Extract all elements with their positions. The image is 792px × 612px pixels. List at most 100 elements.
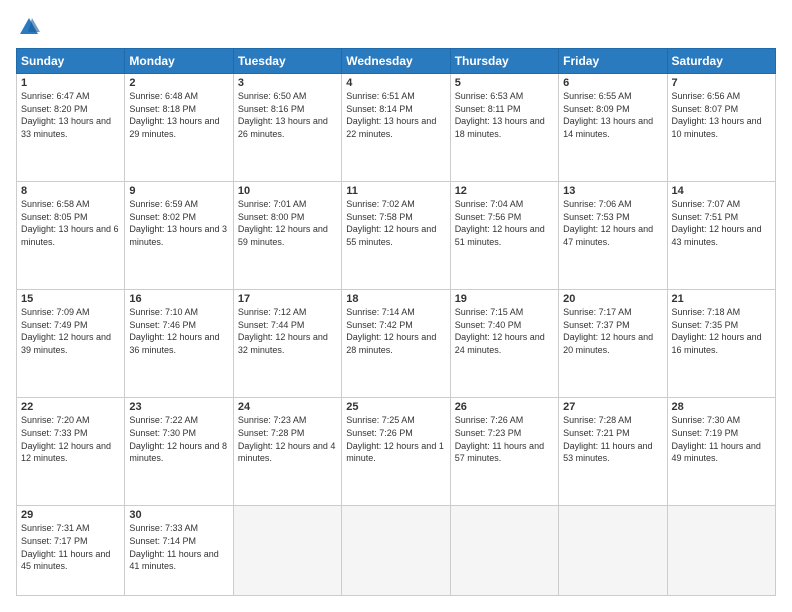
day-cell	[342, 506, 450, 596]
day-info: Sunrise: 6:59 AM Sunset: 8:02 PM Dayligh…	[129, 198, 228, 248]
day-cell	[233, 506, 341, 596]
day-number: 6	[563, 77, 662, 89]
day-number: 2	[129, 77, 228, 89]
week-row-4: 22 Sunrise: 7:20 AM Sunset: 7:33 PM Dayl…	[17, 398, 776, 506]
week-row-5: 29 Sunrise: 7:31 AM Sunset: 7:17 PM Dayl…	[17, 506, 776, 596]
col-header-monday: Monday	[125, 49, 233, 74]
day-cell	[667, 506, 775, 596]
calendar-table: SundayMondayTuesdayWednesdayThursdayFrid…	[16, 48, 776, 596]
header	[16, 16, 776, 38]
day-cell: 16 Sunrise: 7:10 AM Sunset: 7:46 PM Dayl…	[125, 290, 233, 398]
day-number: 3	[238, 77, 337, 89]
day-info: Sunrise: 7:33 AM Sunset: 7:14 PM Dayligh…	[129, 522, 228, 572]
day-number: 14	[672, 185, 771, 197]
week-row-1: 1 Sunrise: 6:47 AM Sunset: 8:20 PM Dayli…	[17, 74, 776, 182]
day-cell: 27 Sunrise: 7:28 AM Sunset: 7:21 PM Dayl…	[559, 398, 667, 506]
day-cell: 30 Sunrise: 7:33 AM Sunset: 7:14 PM Dayl…	[125, 506, 233, 596]
day-info: Sunrise: 7:07 AM Sunset: 7:51 PM Dayligh…	[672, 198, 771, 248]
col-header-friday: Friday	[559, 49, 667, 74]
logo-icon	[18, 16, 40, 38]
day-info: Sunrise: 6:50 AM Sunset: 8:16 PM Dayligh…	[238, 90, 337, 140]
day-cell: 6 Sunrise: 6:55 AM Sunset: 8:09 PM Dayli…	[559, 74, 667, 182]
day-info: Sunrise: 6:53 AM Sunset: 8:11 PM Dayligh…	[455, 90, 554, 140]
day-cell: 5 Sunrise: 6:53 AM Sunset: 8:11 PM Dayli…	[450, 74, 558, 182]
day-info: Sunrise: 7:01 AM Sunset: 8:00 PM Dayligh…	[238, 198, 337, 248]
day-info: Sunrise: 7:12 AM Sunset: 7:44 PM Dayligh…	[238, 306, 337, 356]
day-info: Sunrise: 7:26 AM Sunset: 7:23 PM Dayligh…	[455, 414, 554, 464]
day-cell: 19 Sunrise: 7:15 AM Sunset: 7:40 PM Dayl…	[450, 290, 558, 398]
day-number: 4	[346, 77, 445, 89]
logo	[16, 16, 40, 38]
day-cell: 8 Sunrise: 6:58 AM Sunset: 8:05 PM Dayli…	[17, 182, 125, 290]
day-cell: 14 Sunrise: 7:07 AM Sunset: 7:51 PM Dayl…	[667, 182, 775, 290]
day-cell: 12 Sunrise: 7:04 AM Sunset: 7:56 PM Dayl…	[450, 182, 558, 290]
day-info: Sunrise: 7:09 AM Sunset: 7:49 PM Dayligh…	[21, 306, 120, 356]
day-info: Sunrise: 6:55 AM Sunset: 8:09 PM Dayligh…	[563, 90, 662, 140]
day-info: Sunrise: 7:02 AM Sunset: 7:58 PM Dayligh…	[346, 198, 445, 248]
day-cell	[559, 506, 667, 596]
day-number: 27	[563, 401, 662, 413]
day-number: 24	[238, 401, 337, 413]
day-cell: 2 Sunrise: 6:48 AM Sunset: 8:18 PM Dayli…	[125, 74, 233, 182]
col-header-saturday: Saturday	[667, 49, 775, 74]
day-number: 26	[455, 401, 554, 413]
day-number: 11	[346, 185, 445, 197]
day-cell: 3 Sunrise: 6:50 AM Sunset: 8:16 PM Dayli…	[233, 74, 341, 182]
day-number: 25	[346, 401, 445, 413]
col-header-thursday: Thursday	[450, 49, 558, 74]
col-header-wednesday: Wednesday	[342, 49, 450, 74]
day-cell: 24 Sunrise: 7:23 AM Sunset: 7:28 PM Dayl…	[233, 398, 341, 506]
col-header-sunday: Sunday	[17, 49, 125, 74]
day-number: 16	[129, 293, 228, 305]
day-number: 1	[21, 77, 120, 89]
day-cell: 23 Sunrise: 7:22 AM Sunset: 7:30 PM Dayl…	[125, 398, 233, 506]
week-row-2: 8 Sunrise: 6:58 AM Sunset: 8:05 PM Dayli…	[17, 182, 776, 290]
day-cell	[450, 506, 558, 596]
day-info: Sunrise: 7:10 AM Sunset: 7:46 PM Dayligh…	[129, 306, 228, 356]
day-cell: 28 Sunrise: 7:30 AM Sunset: 7:19 PM Dayl…	[667, 398, 775, 506]
header-row: SundayMondayTuesdayWednesdayThursdayFrid…	[17, 49, 776, 74]
day-number: 29	[21, 509, 120, 521]
day-number: 9	[129, 185, 228, 197]
day-number: 8	[21, 185, 120, 197]
day-info: Sunrise: 6:58 AM Sunset: 8:05 PM Dayligh…	[21, 198, 120, 248]
day-info: Sunrise: 7:22 AM Sunset: 7:30 PM Dayligh…	[129, 414, 228, 464]
day-number: 17	[238, 293, 337, 305]
day-cell: 1 Sunrise: 6:47 AM Sunset: 8:20 PM Dayli…	[17, 74, 125, 182]
day-number: 15	[21, 293, 120, 305]
day-info: Sunrise: 7:14 AM Sunset: 7:42 PM Dayligh…	[346, 306, 445, 356]
day-number: 5	[455, 77, 554, 89]
week-row-3: 15 Sunrise: 7:09 AM Sunset: 7:49 PM Dayl…	[17, 290, 776, 398]
day-cell: 29 Sunrise: 7:31 AM Sunset: 7:17 PM Dayl…	[17, 506, 125, 596]
page: SundayMondayTuesdayWednesdayThursdayFrid…	[0, 0, 792, 612]
day-number: 19	[455, 293, 554, 305]
day-cell: 17 Sunrise: 7:12 AM Sunset: 7:44 PM Dayl…	[233, 290, 341, 398]
day-number: 7	[672, 77, 771, 89]
day-cell: 22 Sunrise: 7:20 AM Sunset: 7:33 PM Dayl…	[17, 398, 125, 506]
day-info: Sunrise: 7:06 AM Sunset: 7:53 PM Dayligh…	[563, 198, 662, 248]
day-cell: 10 Sunrise: 7:01 AM Sunset: 8:00 PM Dayl…	[233, 182, 341, 290]
day-cell: 26 Sunrise: 7:26 AM Sunset: 7:23 PM Dayl…	[450, 398, 558, 506]
day-info: Sunrise: 6:48 AM Sunset: 8:18 PM Dayligh…	[129, 90, 228, 140]
day-info: Sunrise: 7:20 AM Sunset: 7:33 PM Dayligh…	[21, 414, 120, 464]
day-cell: 7 Sunrise: 6:56 AM Sunset: 8:07 PM Dayli…	[667, 74, 775, 182]
day-number: 22	[21, 401, 120, 413]
day-number: 18	[346, 293, 445, 305]
day-cell: 20 Sunrise: 7:17 AM Sunset: 7:37 PM Dayl…	[559, 290, 667, 398]
day-info: Sunrise: 7:25 AM Sunset: 7:26 PM Dayligh…	[346, 414, 445, 464]
day-cell: 25 Sunrise: 7:25 AM Sunset: 7:26 PM Dayl…	[342, 398, 450, 506]
col-header-tuesday: Tuesday	[233, 49, 341, 74]
day-info: Sunrise: 6:51 AM Sunset: 8:14 PM Dayligh…	[346, 90, 445, 140]
day-info: Sunrise: 7:30 AM Sunset: 7:19 PM Dayligh…	[672, 414, 771, 464]
day-cell: 15 Sunrise: 7:09 AM Sunset: 7:49 PM Dayl…	[17, 290, 125, 398]
day-cell: 13 Sunrise: 7:06 AM Sunset: 7:53 PM Dayl…	[559, 182, 667, 290]
day-cell: 11 Sunrise: 7:02 AM Sunset: 7:58 PM Dayl…	[342, 182, 450, 290]
day-number: 13	[563, 185, 662, 197]
day-info: Sunrise: 7:18 AM Sunset: 7:35 PM Dayligh…	[672, 306, 771, 356]
day-cell: 4 Sunrise: 6:51 AM Sunset: 8:14 PM Dayli…	[342, 74, 450, 182]
day-number: 10	[238, 185, 337, 197]
day-cell: 9 Sunrise: 6:59 AM Sunset: 8:02 PM Dayli…	[125, 182, 233, 290]
day-number: 12	[455, 185, 554, 197]
day-info: Sunrise: 7:23 AM Sunset: 7:28 PM Dayligh…	[238, 414, 337, 464]
day-info: Sunrise: 6:56 AM Sunset: 8:07 PM Dayligh…	[672, 90, 771, 140]
